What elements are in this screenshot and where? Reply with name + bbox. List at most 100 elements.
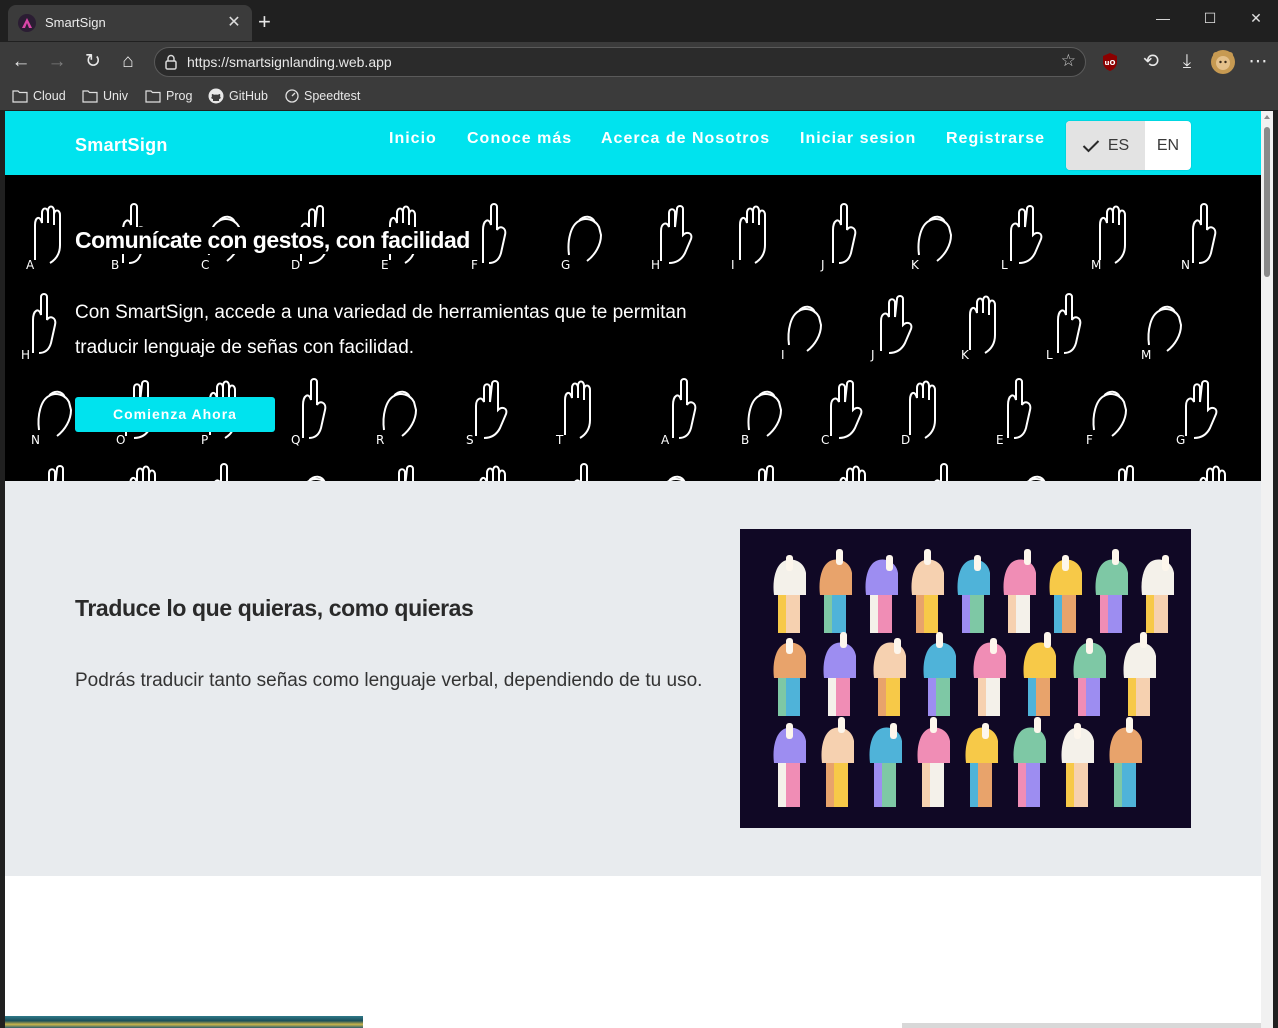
svg-text:G: G — [561, 258, 570, 272]
reload-icon[interactable]: ↻ — [81, 50, 105, 74]
svg-text:L: L — [1001, 258, 1008, 272]
svg-text:R: R — [376, 433, 384, 447]
folder-icon — [82, 90, 98, 103]
language-option-es[interactable]: ES — [1066, 121, 1145, 170]
bookmark-cloud[interactable]: Cloud — [12, 87, 66, 105]
bookmark-univ[interactable]: Univ — [82, 87, 128, 105]
folder-icon — [12, 90, 28, 103]
hero-description: Con SmartSign, accede a una variedad de … — [75, 295, 715, 365]
svg-text:B: B — [111, 258, 119, 272]
sign-alphabet-illustration — [740, 529, 1191, 828]
svg-text:M: M — [1091, 258, 1101, 272]
svg-text:K: K — [911, 258, 920, 272]
svg-text:H: H — [651, 258, 660, 272]
svg-text:F: F — [1086, 433, 1093, 447]
svg-text:A: A — [26, 258, 35, 272]
hero-section: ABCDEFGHIJKLMNHIJKLMNOPQRSTABCDEFGABCDEF… — [5, 175, 1261, 481]
svg-text:C: C — [821, 433, 829, 447]
window-close-icon[interactable]: ✕ — [1236, 10, 1276, 27]
svg-text:E: E — [996, 433, 1004, 447]
url-text[interactable]: https://smartsignlanding.web.app — [187, 54, 392, 70]
svg-text:L: L — [1046, 348, 1053, 362]
svg-text:K: K — [961, 348, 970, 362]
tab-close-icon[interactable]: ✕ — [224, 12, 244, 32]
svg-text:H: H — [21, 348, 30, 362]
browser-tab-active[interactable]: SmartSign ✕ — [8, 5, 252, 41]
site-favicon-icon — [18, 14, 36, 32]
svg-text:B: B — [741, 433, 749, 447]
lock-icon[interactable] — [164, 54, 178, 75]
brand-logo[interactable]: SmartSign — [75, 135, 168, 156]
github-icon — [208, 88, 224, 104]
svg-text:J: J — [870, 348, 875, 362]
svg-text:F: F — [471, 258, 478, 272]
svg-text:O: O — [116, 433, 125, 447]
folder-icon — [145, 90, 161, 103]
back-icon[interactable]: ← — [9, 50, 33, 74]
download-icon[interactable]: ⤓ — [1175, 50, 1199, 74]
site-navbar: SmartSign Inicio Conoce más Acerca de No… — [5, 111, 1261, 175]
tab-title: SmartSign — [45, 15, 106, 30]
svg-text:G: G — [1176, 433, 1185, 447]
language-toggle: ES EN — [1066, 121, 1191, 170]
minimize-icon[interactable]: — — [1143, 10, 1183, 26]
profile-avatar[interactable] — [1211, 50, 1235, 74]
feature-title: Traduce lo que quieras, como quieras — [75, 595, 474, 621]
address-bar[interactable]: https://smartsignlanding.web.app ☆ — [154, 47, 1086, 77]
svg-text:Q: Q — [291, 433, 300, 447]
svg-text:P: P — [201, 433, 208, 447]
svg-text:N: N — [31, 433, 40, 447]
svg-text:J: J — [820, 258, 825, 272]
feature-section: Traduce lo que quieras, como quieras Pod… — [5, 481, 1261, 876]
page-viewport: SmartSign Inicio Conoce más Acerca de No… — [5, 111, 1261, 1028]
svg-text:S: S — [466, 433, 474, 447]
svg-text:E: E — [381, 258, 389, 272]
svg-text:I: I — [781, 348, 785, 362]
nav-link-conoce-mas[interactable]: Conoce más — [467, 130, 572, 148]
nav-link-registrarse[interactable]: Registrarse — [946, 130, 1045, 148]
svg-text:C: C — [201, 258, 209, 272]
language-label: ES — [1107, 136, 1130, 154]
bookmark-label: GitHub — [229, 89, 268, 103]
history-icon[interactable]: ⟲ — [1139, 50, 1163, 74]
browser-titlebar: SmartSign ✕ + — ☐ ✕ — [0, 0, 1278, 42]
nav-link-inicio[interactable]: Inicio — [389, 130, 437, 148]
bookmark-prog[interactable]: Prog — [145, 87, 192, 105]
home-icon[interactable]: ⌂ — [116, 50, 140, 74]
ublock-extension-icon[interactable]: uO — [1100, 51, 1122, 73]
forward-icon[interactable]: → — [45, 50, 69, 74]
hero-title: Comunícate con gestos, con facilidad — [75, 227, 476, 254]
nav-link-acerca[interactable]: Acerca de Nosotros — [601, 130, 770, 148]
browser-toolbar: ← → ↻ ⌂ https://smartsignlanding.web.app… — [0, 42, 1278, 82]
page-scrollbar[interactable] — [1261, 111, 1273, 1028]
scroll-thumb[interactable] — [1264, 127, 1270, 277]
svg-text:D: D — [291, 258, 300, 272]
svg-text:uO: uO — [1105, 59, 1116, 67]
bookmark-label: Speedtest — [304, 89, 361, 103]
svg-text:A: A — [661, 433, 670, 447]
svg-text:D: D — [901, 433, 910, 447]
svg-text:I: I — [731, 258, 735, 272]
language-label: EN — [1156, 136, 1180, 154]
bookmark-speedtest[interactable]: Speedtest — [285, 87, 360, 105]
bookmarks-bar: Cloud Univ Prog GitHub Speedtest — [0, 82, 1278, 110]
get-started-button[interactable]: Comienza Ahora — [75, 397, 275, 432]
svg-text:M: M — [1141, 348, 1151, 362]
next-section-edge — [902, 1023, 1261, 1028]
bookmark-github[interactable]: GitHub — [208, 87, 268, 105]
nav-link-iniciar-sesion[interactable]: Iniciar sesion — [800, 130, 916, 148]
svg-text:N: N — [1181, 258, 1190, 272]
bookmark-label: Cloud — [33, 89, 66, 103]
new-tab-icon[interactable]: + — [258, 9, 271, 35]
check-icon — [1082, 139, 1100, 152]
menu-dots-icon[interactable]: ⋯ — [1246, 50, 1270, 74]
maximize-icon[interactable]: ☐ — [1190, 10, 1230, 27]
svg-text:T: T — [555, 433, 564, 447]
next-section-image-edge — [5, 1016, 363, 1028]
bookmark-label: Univ — [103, 89, 129, 103]
language-option-en[interactable]: EN — [1145, 121, 1191, 170]
feature-description: Podrás traducir tanto señas como lenguaj… — [75, 670, 703, 691]
bookmark-star-icon[interactable]: ☆ — [1061, 51, 1076, 71]
scroll-up-arrow-icon[interactable] — [1264, 115, 1270, 119]
bookmark-label: Prog — [166, 89, 193, 103]
